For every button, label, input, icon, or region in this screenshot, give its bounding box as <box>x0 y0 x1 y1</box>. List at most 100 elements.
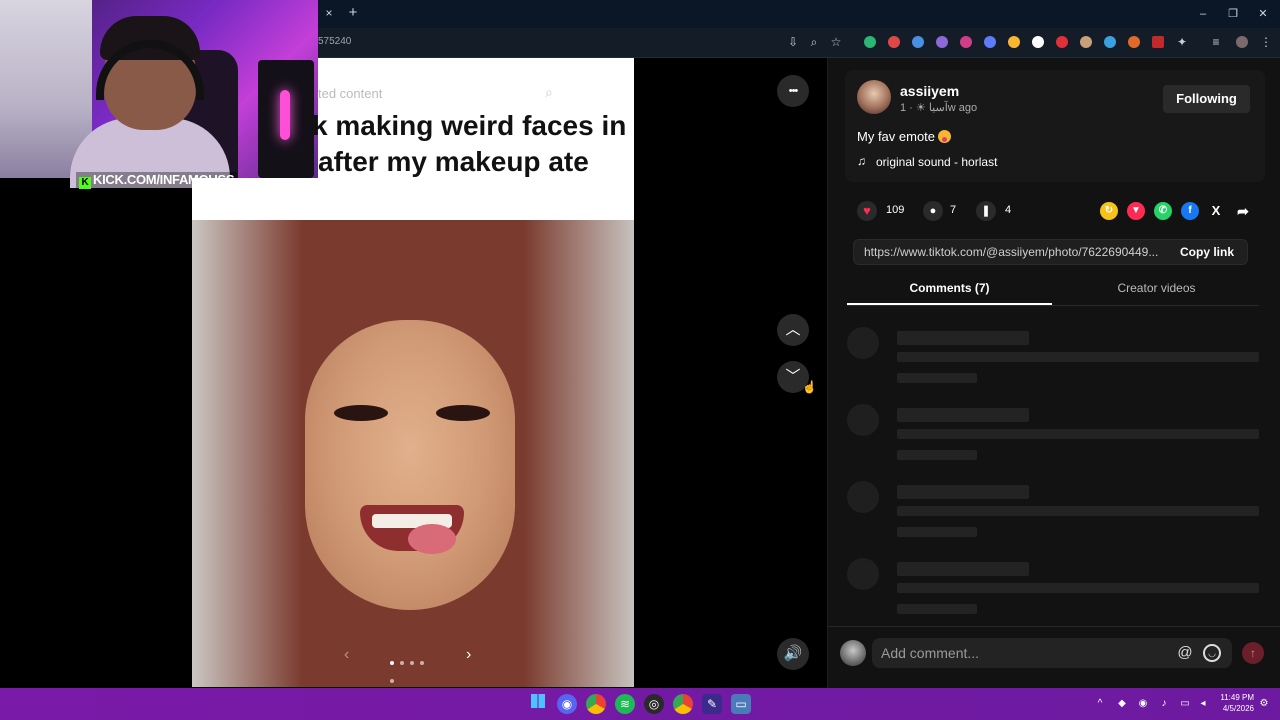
clock-time[interactable]: 11:49 PM <box>1218 693 1254 702</box>
facebook-icon[interactable]: f <box>1181 202 1199 220</box>
x-share-icon[interactable]: X <box>1207 202 1225 220</box>
post-search-fragment: ted content <box>318 86 383 101</box>
minimize-button[interactable]: – <box>1192 6 1214 22</box>
comment-count: 7 <box>950 204 957 216</box>
bookmark-star-icon[interactable]: ☆ <box>828 34 844 50</box>
previous-post-button[interactable]: ︿ <box>777 314 809 346</box>
notification-icon[interactable]: ⚙ <box>1258 698 1270 710</box>
extension-icon[interactable] <box>1152 36 1164 48</box>
tabs-divider <box>847 305 1259 306</box>
tray-chevron-icon[interactable]: ^ <box>1094 698 1106 710</box>
new-tab-button[interactable]: + <box>346 5 360 21</box>
zoom-icon[interactable]: ⌕ <box>806 34 822 50</box>
mention-icon[interactable]: @ <box>1176 644 1194 662</box>
comment-skeleton-line <box>897 604 977 614</box>
chrome-icon[interactable] <box>586 694 606 714</box>
comment-skeleton-line <box>897 583 1259 593</box>
restore-button[interactable]: ❐ <box>1222 6 1244 22</box>
extension-icon[interactable] <box>864 36 876 48</box>
webcam-rgb-light <box>280 90 290 140</box>
comment-skeleton-avatar <box>847 481 879 513</box>
next-photo-button[interactable]: › <box>466 646 482 664</box>
obs-icon[interactable]: ◎ <box>644 694 664 714</box>
install-icon[interactable]: ⇩ <box>785 34 801 50</box>
search-icon: ⌕ <box>545 84 553 100</box>
following-button[interactable]: Following <box>1163 85 1250 113</box>
post-photo-eye <box>334 405 388 421</box>
extension-icon[interactable] <box>1008 36 1020 48</box>
extension-icon[interactable] <box>984 36 996 48</box>
comment-button[interactable]: ● <box>923 201 943 221</box>
extension-icon[interactable] <box>912 36 924 48</box>
post-caption: My fav emote <box>857 129 952 144</box>
comment-skeleton-line <box>897 408 1029 422</box>
comment-skeleton-line <box>897 352 1259 362</box>
tray-app-icon[interactable]: ◆ <box>1116 698 1128 710</box>
extension-icon[interactable] <box>1128 36 1140 48</box>
chrome-profile-icon[interactable] <box>673 694 693 714</box>
bookmark-count: 4 <box>1005 204 1012 216</box>
close-window-button[interactable]: ✕ <box>1252 6 1274 22</box>
address-bar-text[interactable]: 575240 <box>318 36 351 47</box>
tab-close-button[interactable]: × <box>322 6 336 20</box>
extension-icon[interactable] <box>1056 36 1068 48</box>
extension-icon[interactable] <box>1080 36 1092 48</box>
copy-link-button[interactable]: Copy link <box>1180 245 1234 259</box>
network-icon[interactable]: ▭ <box>1179 698 1191 710</box>
emoji-picker-icon[interactable]: ◡ <box>1203 644 1221 662</box>
like-count: 109 <box>886 204 905 216</box>
post-photo-tongue <box>408 524 456 554</box>
extension-icon[interactable] <box>936 36 948 48</box>
slide-indicator <box>390 652 438 683</box>
repost-icon[interactable]: ↻ <box>1100 202 1118 220</box>
spotify-icon[interactable]: ≋ <box>615 694 635 714</box>
app-window-icon[interactable]: ▭ <box>731 694 751 714</box>
tab-comments[interactable]: Comments (7) <box>847 281 1052 305</box>
tab-creator-videos[interactable]: Creator videos <box>1054 281 1259 305</box>
sound-link[interactable]: original sound - horlast <box>876 155 997 169</box>
browser-menu-icon[interactable]: ⋮ <box>1258 34 1274 50</box>
post-caption-text: My fav emote <box>857 129 936 144</box>
browser-titlebar <box>318 0 1280 28</box>
author-avatar[interactable] <box>857 80 891 114</box>
comment-skeleton-line <box>897 450 977 460</box>
more-options-button[interactable]: ••• <box>777 75 809 107</box>
slide-dot[interactable] <box>390 679 394 683</box>
discord-icon[interactable]: ◉ <box>557 694 577 714</box>
kick-logo-icon: K <box>79 177 91 189</box>
post-comment-button[interactable]: ↑ <box>1242 642 1264 664</box>
comment-skeleton-line <box>897 485 1029 499</box>
clock-date[interactable]: 4/5/2026 <box>1212 704 1254 713</box>
microphone-icon[interactable]: ♪ <box>1158 698 1170 710</box>
slide-dot[interactable] <box>410 661 414 665</box>
previous-photo-button[interactable]: ‹ <box>344 646 360 664</box>
comment-skeleton-line <box>897 429 1259 439</box>
whatsapp-icon[interactable]: ✆ <box>1154 202 1172 220</box>
comment-skeleton-line <box>897 562 1029 576</box>
speaker-icon[interactable]: ◂ <box>1197 698 1209 710</box>
slide-dot[interactable] <box>400 661 404 665</box>
music-note-icon: ♫ <box>857 154 866 168</box>
post-link-text[interactable]: https://www.tiktok.com/@assiiyem/photo/7… <box>864 245 1168 259</box>
windows-start-icon[interactable] <box>528 694 548 714</box>
bookmark-button[interactable]: ❚ <box>976 201 996 221</box>
volume-button[interactable]: 🔊 <box>777 638 809 670</box>
extension-icon[interactable] <box>960 36 972 48</box>
slide-dot[interactable] <box>390 661 394 665</box>
reading-list-icon[interactable]: ≡ <box>1208 34 1224 50</box>
app-icon[interactable]: ✎ <box>702 694 722 714</box>
extension-icon[interactable] <box>1032 36 1044 48</box>
tray-discord-icon[interactable]: ◉ <box>1137 698 1149 710</box>
like-button[interactable]: ♥ <box>857 201 877 221</box>
comment-skeleton-line <box>897 373 977 383</box>
share-more-icon[interactable]: ➦ <box>1234 202 1252 220</box>
send-to-friends-icon[interactable]: ▼ <box>1127 202 1145 220</box>
comment-skeleton-line <box>897 331 1029 345</box>
slide-dot[interactable] <box>420 661 424 665</box>
comment-skeleton-line <box>897 506 1259 516</box>
extension-icon[interactable] <box>888 36 900 48</box>
extensions-puzzle-icon[interactable]: ✦ <box>1174 34 1190 50</box>
extension-icon[interactable] <box>1104 36 1116 48</box>
author-username[interactable]: assiiyem <box>900 83 959 99</box>
profile-avatar[interactable] <box>1236 36 1248 48</box>
